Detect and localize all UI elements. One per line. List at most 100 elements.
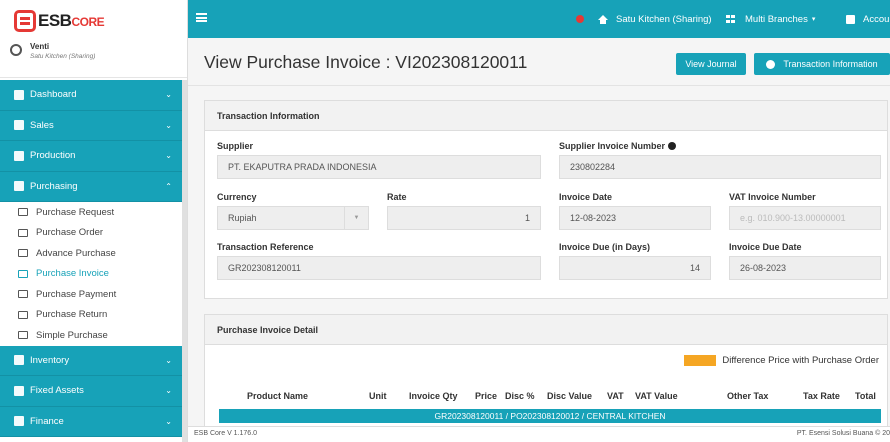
submenu-purchase-request[interactable]: Purchase Request: [0, 202, 182, 223]
dashboard-icon: [14, 89, 24, 100]
column-header: Total: [855, 391, 876, 401]
invoice-date-field[interactable]: 12-08-2023: [559, 206, 711, 230]
brand-suffix: CORE: [71, 15, 105, 29]
chevron-down-icon: ⌄: [165, 151, 172, 160]
purchase-order-icon: [18, 228, 28, 237]
column-header: Tax Rate: [803, 391, 840, 401]
user-branch: Satu Kitchen (Sharing): [30, 53, 96, 60]
user-panel[interactable]: Venti Satu Kitchen (Sharing): [0, 42, 187, 78]
rate-field[interactable]: 1: [387, 206, 541, 230]
sidebar-item-finance[interactable]: Finance ⌄: [0, 406, 182, 437]
copyright-text: PT. Esensi Solusi Buana © 20: [796, 430, 890, 437]
column-header: VAT: [607, 391, 624, 401]
column-header: Price: [475, 391, 498, 401]
invoice-due-days-label: Invoice Due (in Days): [559, 242, 651, 252]
page-header: View Purchase Invoice : VI202308120011 V…: [188, 38, 890, 86]
logo[interactable]: ESBCORE: [0, 0, 187, 42]
esb-logo-icon: [14, 10, 36, 32]
supplier-invoice-number-label: Supplier Invoice Number: [559, 141, 677, 151]
invoice-due-date-field[interactable]: 26-08-2023: [729, 256, 881, 280]
vat-invoice-number-field[interactable]: e.g. 010.900-13.00000001: [729, 206, 881, 230]
sidebar-item-label: Dashboard: [30, 89, 77, 101]
sidebar-item-label: Sales: [30, 119, 54, 131]
chevron-down-icon: ⌄: [165, 120, 172, 130]
panel-heading: Purchase Invoice Detail: [205, 315, 887, 345]
user-icon: [10, 44, 22, 56]
app-root: ESBCORE Venti Satu Kitchen (Sharing) Das…: [0, 0, 890, 442]
purchasing-submenu: Purchase Request Purchase Order Advance …: [0, 202, 182, 346]
advance-purchase-icon: [18, 249, 28, 258]
sidebar-item-label: Finance: [30, 415, 64, 427]
branches-icon: [726, 15, 735, 23]
finance-icon: [14, 416, 24, 427]
top-navbar: Satu Kitchen (Sharing) Multi Branches ▾ A…: [188, 0, 890, 38]
transaction-reference-label: Transaction Reference: [217, 242, 314, 252]
account-icon: [846, 14, 855, 24]
chevron-down-icon: ⌄: [165, 416, 172, 426]
fixed-assets-icon: [14, 385, 24, 396]
production-icon: [14, 150, 24, 161]
sidebar-item-fixed-assets[interactable]: Fixed Assets ⌄: [0, 376, 182, 407]
account-menu[interactable]: Accoun: [846, 0, 890, 38]
column-header: Disc Value: [547, 391, 593, 401]
submenu-purchase-payment[interactable]: Purchase Payment: [0, 284, 182, 305]
sidebar-item-label: Production: [30, 150, 76, 162]
group-row: GR202308120011 / PO202308120012 / CENTRA…: [219, 409, 881, 423]
multi-branches-dropdown[interactable]: Multi Branches ▾: [726, 0, 815, 38]
simple-purchase-icon: [18, 331, 28, 340]
supplier-label: Supplier: [217, 141, 254, 151]
chevron-down-icon: ⌄: [165, 355, 172, 365]
chevron-up-icon: ⌃: [165, 181, 172, 191]
chevron-down-icon: ⌄: [165, 90, 172, 99]
view-journal-button[interactable]: View Journal: [676, 53, 746, 75]
currency-select[interactable]: Rupiah ▼: [217, 206, 369, 230]
chevron-down-icon: ⌄: [165, 386, 172, 395]
info-icon: [766, 59, 776, 69]
dropdown-arrow-icon: ▼: [344, 207, 368, 229]
purchase-invoice-detail-panel: Purchase Invoice Detail Difference Price…: [204, 314, 888, 426]
branch-selector[interactable]: Satu Kitchen (Sharing): [598, 0, 712, 38]
column-header: Invoice Qty: [409, 391, 458, 401]
sidebar-item-sales[interactable]: Sales ⌄: [0, 110, 182, 141]
purchase-payment-icon: [18, 290, 28, 299]
invoice-due-date-label: Invoice Due Date: [729, 242, 802, 252]
sidebar: ESBCORE Venti Satu Kitchen (Sharing) Das…: [0, 0, 188, 442]
sidebar-item-production[interactable]: Production ⌄: [0, 141, 182, 172]
transaction-reference-field[interactable]: GR202308120011: [217, 256, 541, 280]
vat-invoice-number-label: VAT Invoice Number: [729, 192, 816, 202]
column-header: Unit: [369, 391, 387, 401]
column-header: Other Tax: [727, 391, 769, 401]
sales-icon: [14, 120, 24, 131]
sidebar-item-label: Fixed Assets: [30, 385, 84, 397]
footer: ESB Core V 1.176.0 PT. Esensi Solusi Bua…: [188, 426, 890, 442]
main-content: View Purchase Invoice : VI202308120011 V…: [188, 38, 890, 426]
supplier-field[interactable]: PT. EKAPUTRA PRADA INDONESIA: [217, 155, 541, 179]
column-header: Product Name: [247, 391, 309, 401]
hamburger-menu-icon[interactable]: [196, 13, 207, 22]
sidebar-item-dashboard[interactable]: Dashboard ⌄: [0, 80, 182, 111]
sidebar-item-inventory[interactable]: Inventory ⌄: [0, 345, 182, 376]
notification-bug-icon[interactable]: [576, 0, 588, 38]
submenu-purchase-return[interactable]: Purchase Return: [0, 305, 182, 326]
sidebar-item-label: Purchasing: [30, 180, 78, 192]
price-difference-legend: Difference Price with Purchase Order: [684, 355, 879, 366]
submenu-purchase-order[interactable]: Purchase Order: [0, 223, 182, 244]
caret-down-icon: ▾: [811, 16, 816, 23]
transaction-information-panel: Transaction Information Supplier PT. EKA…: [204, 100, 888, 299]
invoice-due-days-field[interactable]: 14: [559, 256, 711, 280]
transaction-information-button[interactable]: Transaction Information: [754, 53, 890, 75]
inventory-icon: [14, 355, 24, 366]
legend-swatch: [684, 355, 717, 366]
info-icon[interactable]: [668, 142, 677, 150]
submenu-purchase-invoice[interactable]: Purchase Invoice: [0, 264, 182, 285]
version-text: ESB Core V 1.176.0: [194, 430, 258, 437]
supplier-invoice-number-field[interactable]: 230802284: [559, 155, 881, 179]
sidebar-item-label: Inventory: [30, 354, 70, 366]
currency-label: Currency: [217, 192, 257, 202]
sidebar-item-purchasing[interactable]: Purchasing ⌃: [0, 171, 182, 202]
user-name: Venti: [30, 42, 50, 51]
detail-table-header: Product Name Unit Invoice Qty Price Disc…: [219, 385, 881, 409]
brand-name: ESB: [38, 11, 72, 30]
submenu-simple-purchase[interactable]: Simple Purchase: [0, 325, 182, 346]
submenu-advance-purchase[interactable]: Advance Purchase: [0, 243, 182, 264]
